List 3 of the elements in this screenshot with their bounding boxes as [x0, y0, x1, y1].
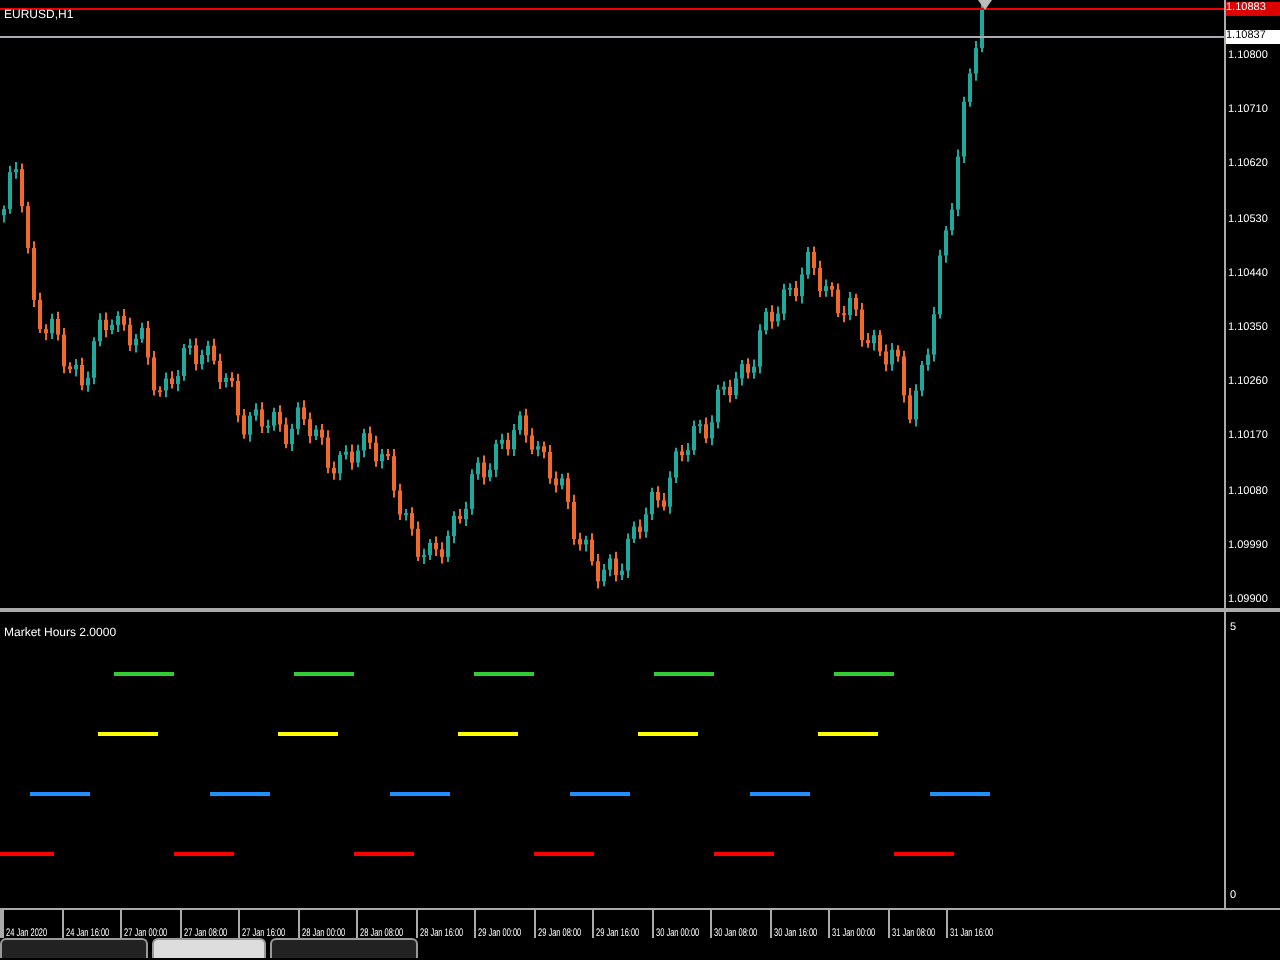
chart-tab[interactable]: [0, 938, 148, 958]
chart-tab[interactable]: [270, 938, 418, 958]
triangle-marker-icon: [978, 0, 992, 10]
